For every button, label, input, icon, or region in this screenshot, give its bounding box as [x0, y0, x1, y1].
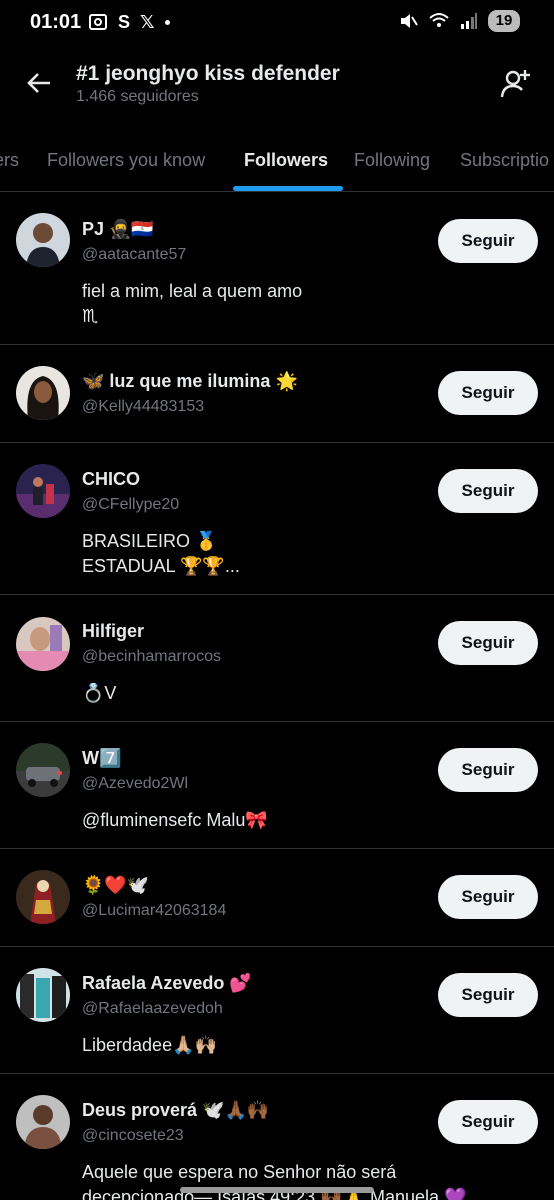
follow-button[interactable]: Seguir — [438, 973, 538, 1017]
user-name: 🦋 luz que me ilumina 🌟 — [82, 371, 298, 391]
tab-following[interactable]: Following — [354, 150, 430, 171]
s-app-icon: S — [118, 12, 131, 32]
user-bio: fiel a mim, leal a quem amo ♏ — [82, 281, 303, 326]
signal-icon — [461, 13, 477, 29]
user-handle: @Lucimar42063184 — [82, 902, 227, 919]
user-name: W7️⃣ — [82, 748, 122, 768]
avatar[interactable] — [16, 743, 70, 797]
user-bio: @fluminensefc Malu🎀 — [82, 810, 268, 830]
user-name: CHICO — [82, 469, 140, 489]
user-handle: @CFellype20 — [82, 496, 180, 513]
avatar[interactable] — [16, 464, 70, 518]
tab-bar: ers Followers you know Followers Followi… — [0, 132, 554, 192]
user-handle: @Rafaelaazevedoh — [82, 1000, 223, 1017]
follow-button[interactable]: Seguir — [438, 1100, 538, 1144]
avatar[interactable] — [16, 213, 70, 267]
user-name: Deus proverá 🕊️🙏🏾🙌🏾 — [82, 1100, 270, 1120]
follower-count: 1.466 seguidores — [76, 88, 199, 105]
tab-subscriptions[interactable]: Subscriptio — [460, 150, 549, 171]
battery-icon: 19 — [488, 10, 520, 32]
follow-button[interactable]: Seguir — [438, 875, 538, 919]
follow-button[interactable]: Seguir — [438, 621, 538, 665]
mute-icon — [401, 14, 418, 28]
avatar[interactable] — [16, 617, 70, 671]
list-item[interactable]: Hilfiger @becinhamarrocos 💍V Seguir — [0, 595, 554, 722]
list-item[interactable]: Deus proverá 🕊️🙏🏾🙌🏾 @cincosete23 Aquele … — [0, 1074, 554, 1200]
user-handle: @becinhamarrocos — [82, 648, 221, 665]
navigation-handle[interactable] — [180, 1187, 374, 1193]
add-user-button[interactable] — [498, 66, 534, 102]
follow-button[interactable]: Seguir — [438, 219, 538, 263]
follow-button[interactable]: Seguir — [438, 748, 538, 792]
status-notification-icons: S 𝕏 — [88, 10, 170, 34]
status-system-icons: 19 — [398, 10, 520, 32]
avatar[interactable] — [16, 1095, 70, 1149]
follow-button[interactable]: Seguir — [438, 371, 538, 415]
screenshot-icon — [89, 14, 107, 30]
avatar[interactable] — [16, 366, 70, 420]
tab-previous[interactable]: ers — [0, 150, 19, 171]
avatar[interactable] — [16, 968, 70, 1022]
list-item[interactable]: PJ 🥷🇵🇾 @aatacante57 fiel a mim, leal a q… — [0, 193, 554, 345]
tab-followers-you-know[interactable]: Followers you know — [47, 150, 205, 171]
follow-button[interactable]: Seguir — [438, 469, 538, 513]
user-handle: @cincosete23 — [82, 1127, 184, 1144]
arrow-left-icon — [27, 73, 50, 93]
avatar[interactable] — [16, 870, 70, 924]
user-handle: @Kelly44483153 — [82, 398, 205, 415]
user-name: Hilfiger — [82, 621, 145, 641]
wifi-icon — [429, 13, 449, 27]
status-time: 01:01 — [30, 11, 82, 33]
list-item[interactable]: Rafaela Azevedo 💕 @Rafaelaazevedoh Liber… — [0, 947, 554, 1074]
person-add-icon — [500, 70, 530, 98]
user-handle: @Azevedo2Wl — [82, 775, 189, 792]
screen: 01:01 S 𝕏 19 #1 jeonghyo kiss defender 1… — [0, 0, 554, 1200]
user-name: Rafaela Azevedo 💕 — [82, 973, 252, 993]
user-name: 🌻❤️🕊️ — [82, 875, 150, 895]
list-item[interactable]: 🦋 luz que me ilumina 🌟 @Kelly44483153 Se… — [0, 345, 554, 443]
back-button[interactable] — [22, 66, 56, 100]
list-item[interactable]: 🌻❤️🕊️ @Lucimar42063184 Seguir — [0, 849, 554, 947]
page-title: #1 jeonghyo kiss defender — [76, 62, 340, 85]
list-item[interactable]: W7️⃣ @Azevedo2Wl @fluminensefc Malu🎀 Seg… — [0, 722, 554, 849]
x-app-icon: 𝕏 — [140, 12, 155, 32]
user-bio: 💍V — [82, 683, 117, 703]
user-handle: @aatacante57 — [82, 246, 187, 263]
active-tab-indicator — [233, 186, 343, 191]
user-name: PJ 🥷🇵🇾 — [82, 219, 154, 239]
list-item[interactable]: CHICO @CFellype20 BRASILEIRO 🥇 ESTADUAL … — [0, 443, 554, 595]
user-bio: Aquele que espera no Senhor não será dec… — [82, 1162, 467, 1200]
user-bio: BRASILEIRO 🥇 ESTADUAL 🏆🏆... — [82, 531, 240, 576]
profile-header: #1 jeonghyo kiss defender 1.466 seguidor… — [0, 50, 554, 120]
status-bar: 01:01 S 𝕏 19 — [0, 0, 554, 44]
tab-followers[interactable]: Followers — [244, 150, 328, 171]
user-bio: Liberdadee🙏🏼🙌🏼 — [82, 1035, 217, 1055]
more-notifications-dot-icon — [164, 19, 170, 25]
